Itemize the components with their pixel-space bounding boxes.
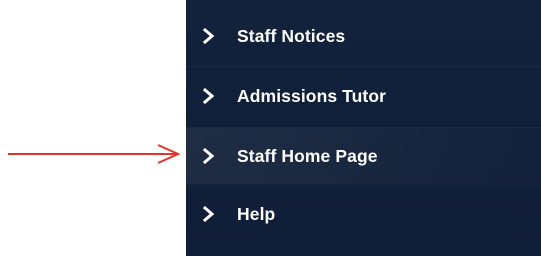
chevron-right-icon (202, 88, 215, 104)
screenshot-canvas: Staff Notices Admissions Tutor Staff Hom… (0, 0, 541, 256)
menu-item-label: Admissions Tutor (237, 85, 387, 106)
chevron-right-icon (202, 28, 215, 44)
menu-item-label: Staff Notices (237, 25, 346, 46)
menu-item-label: Help (237, 203, 276, 224)
menu-divider (186, 66, 541, 67)
menu-item-admissions-tutor[interactable]: Admissions Tutor (186, 68, 541, 124)
menu-item-help[interactable]: Help (186, 186, 541, 242)
menu-item-staff-home-page[interactable]: Staff Home Page (186, 128, 541, 184)
annotation-arrow-icon (8, 144, 180, 164)
chevron-right-icon (202, 148, 215, 164)
menu-item-label: Staff Home Page (237, 145, 378, 166)
staff-menu: Staff Notices Admissions Tutor Staff Hom… (186, 0, 541, 256)
menu-item-staff-notices[interactable]: Staff Notices (186, 8, 541, 64)
chevron-right-icon (202, 206, 215, 222)
